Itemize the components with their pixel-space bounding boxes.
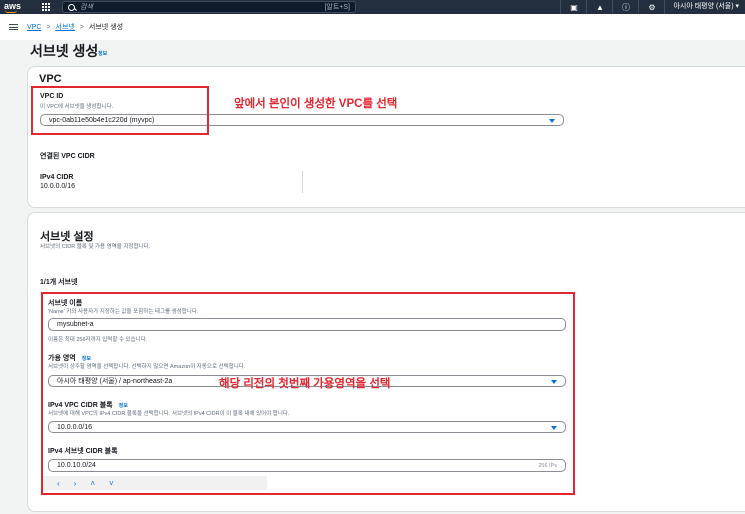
- chevron-right-icon: >: [46, 23, 51, 31]
- breadcrumb-vpc[interactable]: VPC: [27, 24, 41, 31]
- subnet-name-hint: 이름은 최대 256자까지 입력할 수 있습니다.: [48, 337, 148, 343]
- chevron-left-icon[interactable]: ‹: [57, 479, 60, 488]
- services-grid-icon[interactable]: [36, 0, 56, 14]
- search-placeholder: 검색: [80, 4, 93, 11]
- subnet-settings-description: 서브넷의 CIDR 블록 및 가용 영역을 지정합니다.: [40, 244, 151, 250]
- annotation-vpc-note: 앞에서 본인이 생성한 VPC를 선택: [234, 98, 398, 110]
- help-icon[interactable]: ⓘ: [612, 0, 638, 14]
- subnet-cidr-input[interactable]: 10.0.10.0/24 256 IPs: [48, 459, 566, 472]
- bell-icon[interactable]: ▲: [586, 0, 612, 14]
- chevron-right-icon[interactable]: ›: [74, 479, 77, 488]
- gear-icon[interactable]: ⚙: [638, 0, 664, 14]
- ipv4-cidr-value: 10.0.0.0/16: [40, 183, 76, 190]
- terminal-icon[interactable]: ▣: [560, 0, 586, 14]
- breadcrumb-bar: VPC > 서브넷 > 서브넷 생성: [0, 14, 745, 40]
- vpc-heading: VPC: [39, 73, 62, 85]
- caret-down-icon: [549, 119, 555, 123]
- annotation-az-note: 해당 리전의 첫번째 가용영역을 선택: [219, 378, 391, 390]
- top-navigation: aws 검색 [알트+S] ▣ ▲ ⓘ ⚙ 아시아 태평양 (서울) ▾: [0, 0, 745, 14]
- chevron-up-icon[interactable]: ˄: [90, 479, 95, 488]
- subnet-cidr-label: IPv4 서브넷 CIDR 블록: [48, 448, 118, 455]
- subnet-name-description: 'Name' 키와 사용자가 지정하는 값을 포함하는 태그를 생성합니다.: [48, 309, 199, 315]
- menu-icon[interactable]: [9, 23, 18, 32]
- search-icon: [68, 3, 75, 11]
- cidr-stepper: ‹ › ˄ ˅: [43, 476, 267, 490]
- az-description: 서브넷이 상주할 영역을 선택합니다. 선택하지 않으면 Amazon이 자동으…: [48, 364, 246, 370]
- caret-down-icon: [551, 380, 557, 384]
- aws-logo[interactable]: aws: [0, 0, 24, 14]
- vpc-cidr-block-description: 서브넷에 대해 VPC의 IPv4 CIDR 블록을 선택합니다. 서브넷의 I…: [48, 411, 290, 417]
- subnet-cidr-value: 10.0.10.0/24: [57, 462, 96, 469]
- breadcrumb-subnets[interactable]: 서브넷: [56, 22, 75, 32]
- vpc-cidr-block-select[interactable]: 10.0.0.0/16: [48, 421, 566, 433]
- chevron-right-icon: >: [79, 23, 84, 31]
- region-selector[interactable]: 아시아 태평양 (서울) ▾: [664, 0, 745, 14]
- az-value: 아시아 태평양 (서울) / ap-northeast-2a: [57, 378, 173, 385]
- subnet-name-input[interactable]: mysubnet-a: [48, 318, 566, 331]
- breadcrumb-current: 서브넷 생성: [88, 24, 124, 31]
- search-shortcut: [알트+S]: [324, 4, 350, 11]
- subnet-count: 1/1개 서브넷: [40, 279, 78, 286]
- associated-cidr-heading: 연결된 VPC CIDR: [40, 153, 95, 160]
- highlight-box-vpc: [31, 86, 209, 135]
- page-title: 서브넷 생성: [30, 43, 99, 59]
- ipv4-cidr-label: IPv4 CIDR: [40, 174, 74, 181]
- caret-down-icon: [551, 426, 557, 430]
- subnet-name-value: mysubnet-a: [57, 321, 94, 328]
- info-link[interactable]: 정보: [98, 50, 107, 57]
- divider: [302, 171, 303, 193]
- vpc-cidr-block-value: 10.0.0.0/16: [57, 423, 93, 431]
- search-input[interactable]: 검색 [알트+S]: [62, 1, 356, 13]
- ip-count: 256 IPs: [538, 462, 557, 469]
- chevron-down-icon[interactable]: ˅: [109, 479, 114, 488]
